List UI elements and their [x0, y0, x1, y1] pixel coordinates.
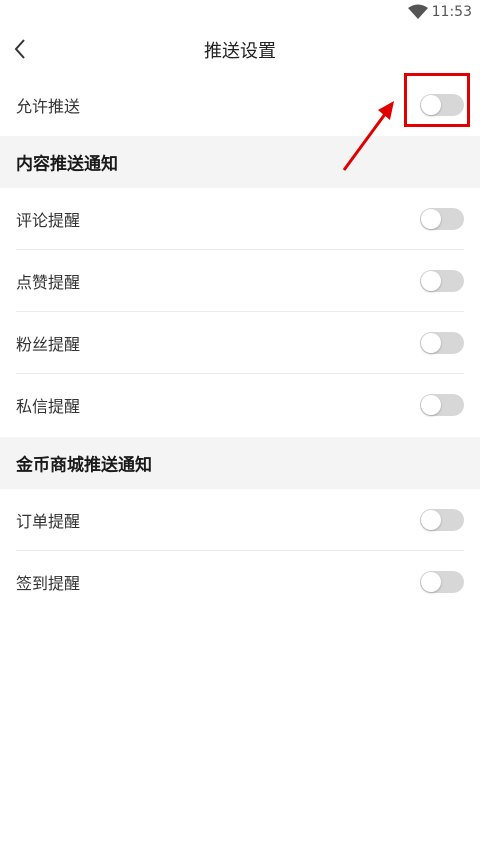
list-item-like: 点赞提醒 — [0, 250, 480, 312]
section-title: 金币商城推送通知 — [16, 455, 152, 476]
list-item-checkin: 签到提醒 — [0, 551, 480, 613]
annotation-arrow-icon — [342, 101, 394, 171]
item-label: 点赞提醒 — [16, 273, 81, 292]
wifi-icon — [408, 4, 428, 19]
status-time: 11:53 — [431, 4, 472, 20]
highlight-box — [404, 73, 470, 127]
item-label: 私信提醒 — [16, 397, 81, 416]
toggle-knob — [421, 271, 441, 291]
section-header-content: 内容推送通知 — [0, 136, 480, 188]
page-title: 推送设置 — [204, 41, 276, 62]
allow-push-label: 允许推送 — [16, 97, 81, 116]
item-label: 粉丝提醒 — [16, 335, 81, 354]
item-label: 签到提醒 — [16, 574, 81, 593]
header: 推送设置 — [0, 26, 480, 72]
item-label: 订单提醒 — [16, 512, 81, 531]
list-item-order: 订单提醒 — [0, 489, 480, 551]
toggle-knob — [421, 209, 441, 229]
section-header-store: 金币商城推送通知 — [0, 437, 480, 489]
comment-toggle[interactable] — [420, 208, 464, 230]
list-item-message: 私信提醒 — [0, 374, 480, 436]
toggle-knob — [421, 572, 441, 592]
checkin-toggle[interactable] — [420, 571, 464, 593]
like-toggle[interactable] — [420, 270, 464, 292]
toggle-knob — [421, 333, 441, 353]
toggle-knob — [421, 510, 441, 530]
order-toggle[interactable] — [420, 509, 464, 531]
list-item-fans: 粉丝提醒 — [0, 312, 480, 374]
fans-toggle[interactable] — [420, 332, 464, 354]
section-title: 内容推送通知 — [16, 154, 118, 175]
message-toggle[interactable] — [420, 394, 464, 416]
status-bar: 11:53 — [0, 0, 480, 26]
toggle-knob — [421, 395, 441, 415]
list-item-comment: 评论提醒 — [0, 188, 480, 250]
item-label: 评论提醒 — [16, 211, 81, 230]
